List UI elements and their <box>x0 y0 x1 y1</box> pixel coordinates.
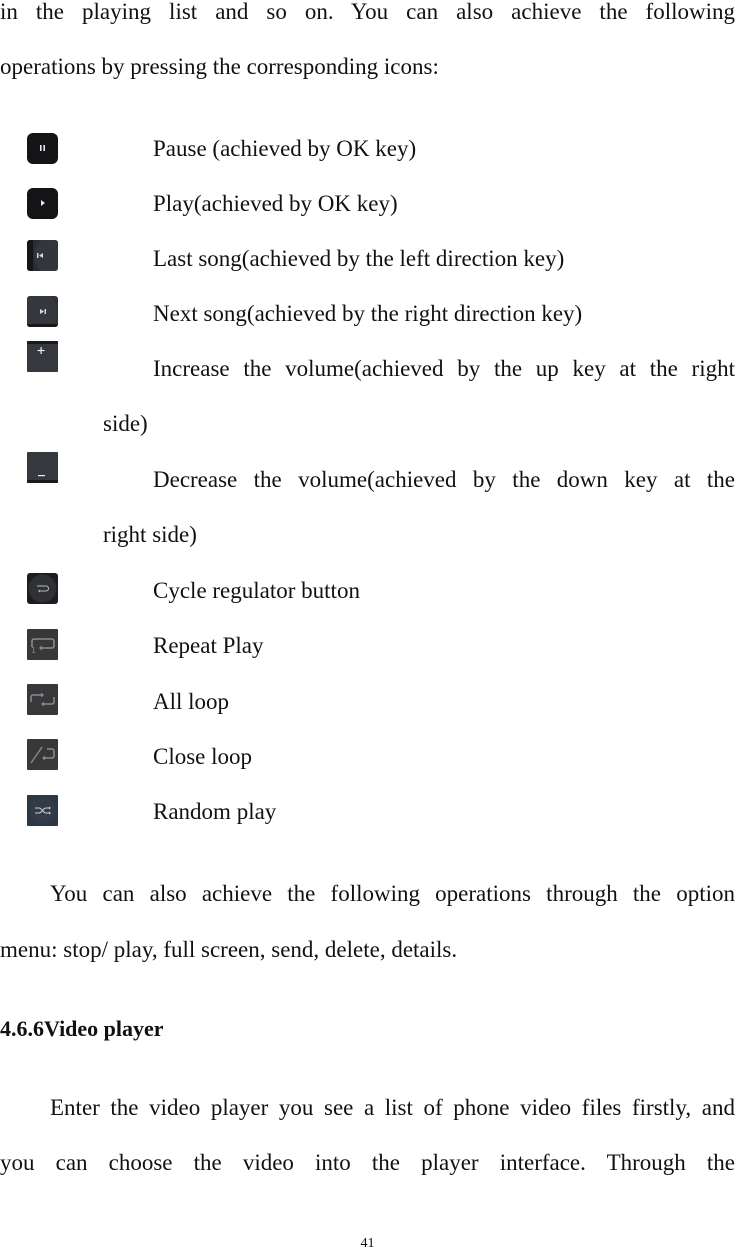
volume-down-description-continued: right side) <box>103 522 197 547</box>
option-menu-line-1: You can also achieve the following opera… <box>50 881 735 906</box>
shuffle-icon <box>27 795 58 826</box>
volume-up-description-continued: side) <box>103 411 148 436</box>
cycle-regulator-icon <box>27 573 58 604</box>
previous-track-description: Last song(achieved by the left direction… <box>153 246 565 271</box>
intro-line-1: in the playing list and so on. You can a… <box>0 0 735 24</box>
next-track-description: Next song(achieved by the right directio… <box>153 301 583 326</box>
pause-icon <box>27 133 58 164</box>
play-description: Play(achieved by OK key) <box>153 191 398 216</box>
volume-down-description: Decrease the volume(achieved by the down… <box>153 467 735 492</box>
section-line-1: Enter the video player you see a list of… <box>50 1095 735 1120</box>
page-number: 41 <box>360 1236 375 1251</box>
repeat-one-icon: 1 <box>27 629 58 660</box>
repeat-all-description: All loop <box>153 689 230 714</box>
previous-track-icon <box>27 240 58 271</box>
play-icon <box>27 188 58 219</box>
repeat-one-description: Repeat Play <box>153 633 264 658</box>
option-menu-line-2: menu: stop/ play, full screen, send, del… <box>0 937 458 962</box>
cycle-regulator-description: Cycle regulator button <box>153 578 360 603</box>
pause-description: Pause (achieved by OK key) <box>153 136 417 161</box>
next-track-icon <box>27 296 58 327</box>
intro-line-2: operations by pressing the corresponding… <box>0 54 439 79</box>
volume-up-description: Increase the volume(achieved by the up k… <box>153 356 735 381</box>
repeat-all-icon <box>27 684 58 715</box>
shuffle-description: Random play <box>153 799 277 824</box>
volume-down-icon <box>27 452 58 483</box>
section-heading: 4.6.6Video player <box>0 1016 164 1041</box>
section-line-2: you can choose the video into the player… <box>0 1150 735 1175</box>
volume-up-icon <box>27 341 58 372</box>
loop-off-description: Close loop <box>153 744 253 769</box>
loop-off-icon <box>27 739 58 770</box>
svg-text:1: 1 <box>31 646 36 655</box>
